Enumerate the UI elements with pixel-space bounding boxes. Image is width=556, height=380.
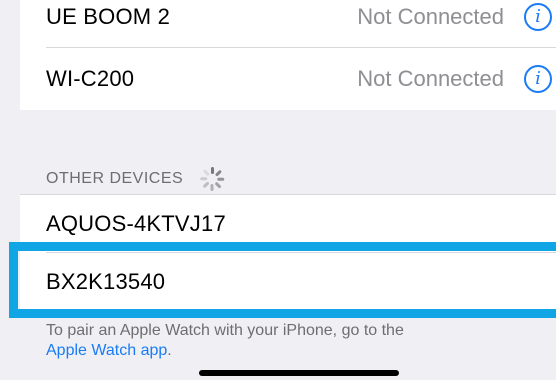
spinner-spoke: [215, 181, 222, 189]
spinner-spoke: [217, 177, 225, 181]
my-devices-list: UE BOOM 2 Not Connected i WI-C200 Not Co…: [20, 0, 556, 110]
footer-suffix: .: [167, 342, 172, 359]
device-name: AQUOS-4KTVJ17: [46, 211, 226, 236]
spinner-spoke: [211, 184, 214, 191]
other-devices-header: OTHER DEVICES: [46, 166, 225, 192]
spinner-spoke: [203, 169, 210, 177]
device-name: WI-C200: [46, 66, 135, 91]
apple-watch-app-link[interactable]: Apple Watch app: [46, 342, 167, 359]
spinner-spoke: [211, 167, 214, 174]
device-name: UE BOOM 2: [46, 4, 171, 29]
activity-spinner-icon: [199, 166, 225, 192]
info-circle-icon[interactable]: i: [524, 65, 552, 93]
spinner-spoke: [200, 177, 208, 181]
device-status: Not Connected: [357, 66, 504, 91]
home-indicator[interactable]: [199, 370, 399, 376]
pairing-footer: To pair an Apple Watch with your iPhone,…: [46, 321, 404, 361]
footer-text: To pair an Apple Watch with your iPhone,…: [46, 322, 404, 339]
spinner-spoke: [203, 181, 210, 189]
device-row-wi-c200[interactable]: WI-C200 Not Connected i: [20, 48, 556, 110]
section-header-label: OTHER DEVICES: [46, 170, 184, 187]
spinner-spoke: [215, 169, 222, 177]
device-row-ue-boom-2[interactable]: UE BOOM 2 Not Connected i: [20, 0, 556, 48]
selection-highlight: [9, 242, 556, 318]
info-circle-icon[interactable]: i: [524, 3, 552, 31]
device-status: Not Connected: [357, 4, 504, 29]
